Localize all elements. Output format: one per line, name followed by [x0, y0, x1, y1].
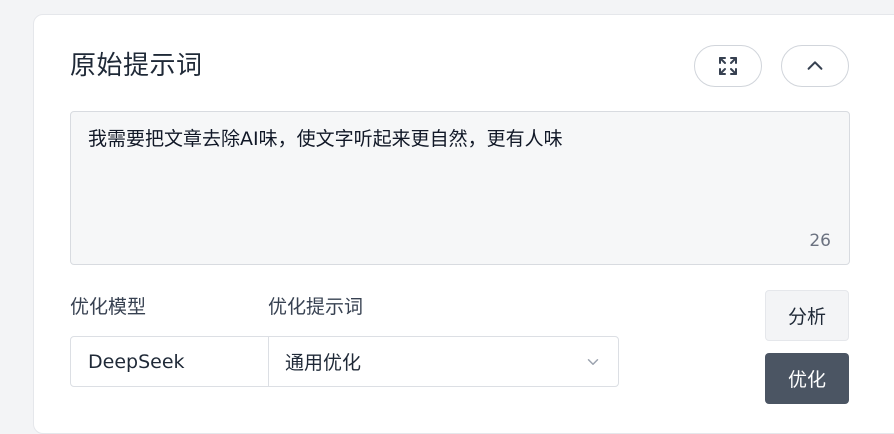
expand-arrows-icon: [719, 57, 737, 75]
original-prompt-textarea[interactable]: 我需要把文章去除AI味，使文字听起来更自然，更有人味 26: [70, 111, 850, 265]
chevron-down-icon: [587, 358, 599, 365]
analyze-button[interactable]: 分析: [765, 290, 849, 341]
collapse-button[interactable]: [781, 45, 849, 87]
prompt-template-select[interactable]: 通用优化: [269, 337, 618, 386]
character-count: 26: [809, 231, 831, 251]
fullscreen-button[interactable]: [694, 45, 762, 87]
optimization-prompt-label: 优化提示词: [268, 296, 364, 318]
optimize-button[interactable]: 优化: [765, 353, 849, 404]
model-select[interactable]: DeepSeek: [71, 337, 269, 386]
optimization-select-group: DeepSeek 通用优化: [70, 336, 619, 387]
model-select-value: DeepSeek: [88, 350, 185, 373]
prompt-text: 我需要把文章去除AI味，使文字听起来更自然，更有人味: [88, 128, 563, 150]
optimization-model-label: 优化模型: [70, 296, 147, 318]
panel-title: 原始提示词: [70, 51, 203, 81]
prompt-template-value: 通用优化: [285, 352, 362, 374]
chevron-up-icon: [807, 61, 823, 70]
